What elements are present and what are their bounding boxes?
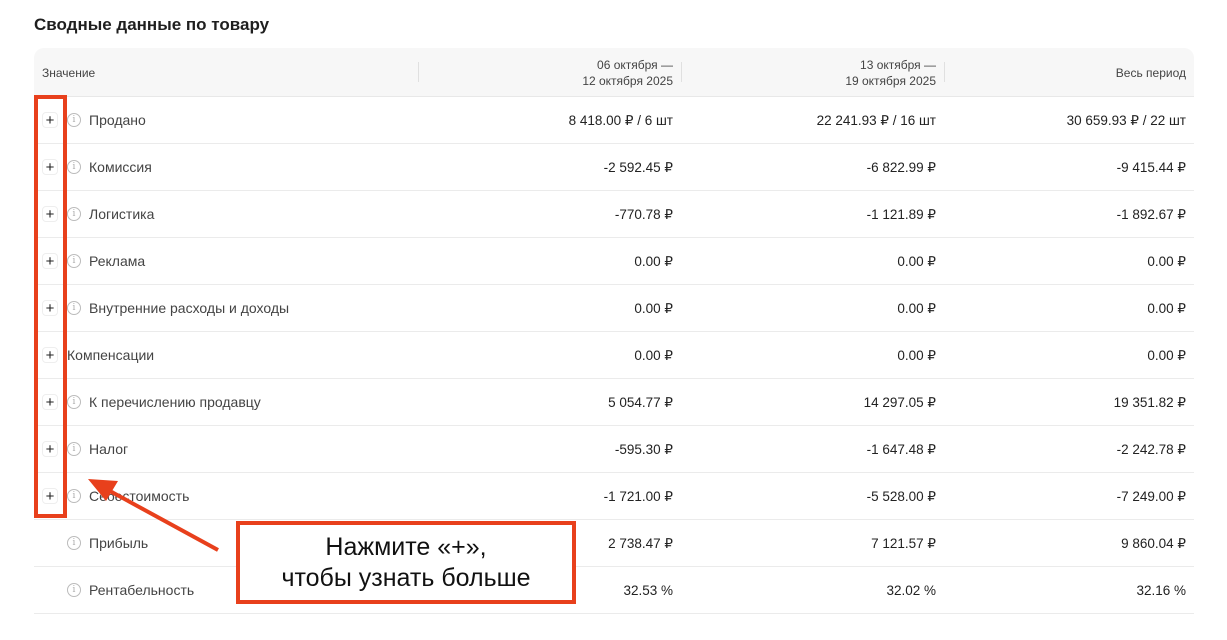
arrow-icon: [88, 479, 219, 552]
callout-hint: Нажмите «+», чтобы узнать больше: [236, 521, 576, 604]
